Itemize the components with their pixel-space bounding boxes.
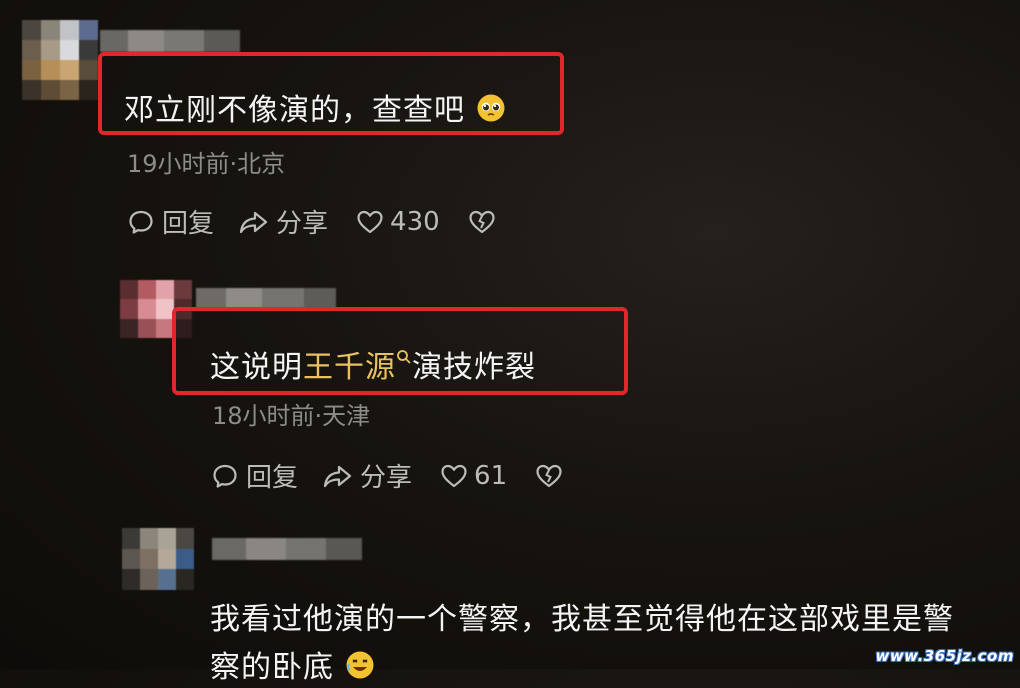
- dislike-button[interactable]: [535, 463, 563, 489]
- like-count: 430: [390, 206, 440, 237]
- share-button[interactable]: 分享: [322, 457, 412, 494]
- username[interactable]: [212, 538, 362, 560]
- comment-meta: 18小时前·天津: [212, 402, 371, 430]
- dislike-button[interactable]: [468, 209, 496, 235]
- comment-text: 邓立刚不像演的，查查吧: [124, 85, 506, 131]
- share-button[interactable]: 分享: [238, 203, 328, 240]
- comment-bubble-icon: [212, 463, 238, 489]
- comment-actions: 回复 分享 61: [212, 457, 563, 494]
- comment-text-line2: 察的卧底: [210, 642, 375, 688]
- like-button[interactable]: 61: [440, 461, 507, 491]
- pleading-face-icon: [476, 93, 506, 131]
- heart-icon: [356, 209, 384, 235]
- like-button[interactable]: 430: [356, 207, 440, 237]
- share-label: 分享: [360, 463, 413, 493]
- comment-actions: 回复 分享 430: [128, 203, 496, 240]
- comment-text: 这说明王千源 演技炸裂: [210, 342, 536, 386]
- avatar[interactable]: [22, 20, 98, 100]
- comment-body: 邓立刚不像演的，查查吧: [124, 93, 465, 128]
- comment-body-start: 这说明: [210, 350, 303, 385]
- reply-button[interactable]: 回复: [128, 203, 214, 240]
- share-label: 分享: [276, 209, 329, 239]
- comment-meta: 19小时前·北京: [127, 150, 286, 178]
- watermark: www.365jz.com: [875, 647, 1014, 665]
- username[interactable]: [196, 288, 336, 308]
- share-arrow-icon: [322, 463, 354, 489]
- broken-heart-icon: [468, 209, 496, 235]
- comment-bubble-icon: [128, 209, 154, 235]
- avatar[interactable]: [122, 528, 194, 590]
- username[interactable]: [100, 30, 240, 52]
- mention-link[interactable]: 王千源: [303, 350, 396, 385]
- broken-heart-icon: [535, 463, 563, 489]
- comment-body: 察的卧底: [210, 650, 334, 685]
- heart-icon: [440, 463, 468, 489]
- reply-button[interactable]: 回复: [212, 457, 298, 494]
- search-icon[interactable]: [396, 338, 412, 373]
- reply-label: 回复: [246, 463, 299, 493]
- like-count: 61: [474, 460, 508, 491]
- share-arrow-icon: [238, 209, 270, 235]
- comment-text: 我看过他演的一个警察，我甚至觉得他在这部戏里是警: [210, 602, 954, 637]
- reply-label: 回复: [162, 209, 215, 239]
- comment-body-end: 演技炸裂: [412, 350, 536, 385]
